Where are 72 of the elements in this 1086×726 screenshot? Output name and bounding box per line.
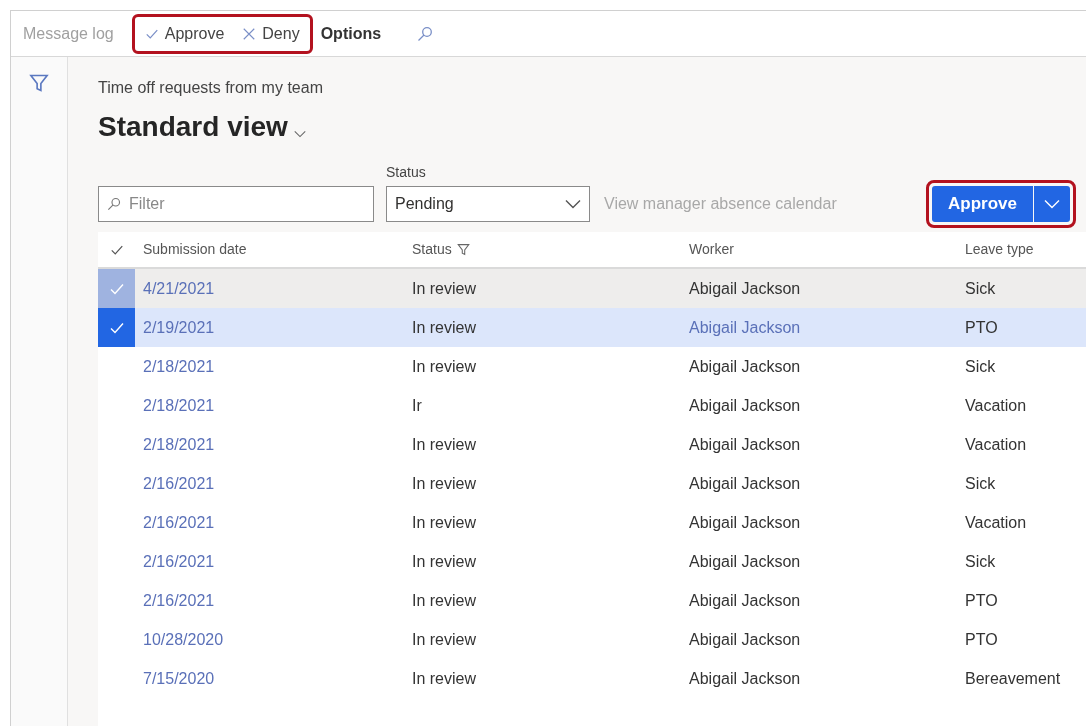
table-cell-text: Abigail Jackson [689, 473, 802, 494]
column-header[interactable]: Status [412, 239, 689, 260]
table-cell-text: Sick [965, 473, 996, 494]
filter-icon [456, 243, 470, 256]
table-cell-text: In review [412, 434, 478, 455]
table-cell-text: In review [412, 356, 478, 377]
table-cell-text: In review [412, 473, 478, 494]
chevron-icon [293, 130, 306, 138]
table-cell-text: Abigail Jackson [689, 278, 802, 299]
table-cell-text: Sick [965, 278, 996, 299]
options-button[interactable]: Options [320, 21, 382, 46]
search-icon [107, 197, 121, 211]
table-cell-text: In review [412, 629, 478, 650]
date-link[interactable]: 2/16/2021 [143, 471, 412, 496]
table-cell-text: In review [412, 317, 478, 338]
table-cell-text: PTO [965, 629, 998, 650]
table-cell-text: In review [412, 668, 478, 689]
table-cell-text: Abigail Jackson [689, 512, 802, 533]
approve-button[interactable]: Approve [932, 186, 1033, 222]
status-label: Status [386, 163, 427, 182]
date-link[interactable]: 4/21/2021 [143, 276, 412, 301]
table-cell-text: Sick [965, 551, 996, 572]
date-link[interactable]: 2/19/2021 [143, 315, 412, 340]
table-row[interactable]: 2/19/2021 In review Abigail Jackson PTO [98, 308, 1086, 347]
search-icon [417, 25, 434, 42]
table-cell-text: Abigail Jackson [689, 590, 802, 611]
table-cell-text: Sick [965, 356, 996, 377]
close-icon [242, 26, 257, 41]
table-cell-text: Abigail Jackson [689, 668, 802, 689]
chevron-icon [565, 199, 581, 209]
table-cell-text: Abigail Jackson [689, 356, 802, 377]
date-link[interactable]: 2/16/2021 [143, 510, 412, 535]
table-cell-text: PTO [965, 590, 998, 611]
date-link[interactable]: 2/18/2021 [143, 393, 412, 418]
column-header[interactable]: Submission date [143, 239, 412, 260]
date-link[interactable]: 2/16/2021 [143, 588, 412, 613]
view-selector[interactable]: Standard view [98, 106, 306, 148]
table-cell-text: Vacation [965, 395, 1027, 416]
table-cell-text: Ir [412, 395, 423, 416]
table-cell-text: In review [412, 551, 478, 572]
column-header[interactable]: Worker [689, 239, 965, 260]
approve-button[interactable]: Approve [144, 21, 225, 46]
table-cell-text: Vacation [965, 434, 1027, 455]
table-cell-text: Abigail Jackson [689, 395, 802, 416]
table-cell-text: In review [412, 590, 478, 611]
date-link[interactable]: 10/28/2020 [143, 627, 412, 652]
date-link[interactable]: 2/18/2021 [143, 432, 412, 457]
filter-field[interactable]: Filter [98, 186, 374, 222]
table-cell-text: Abigail Jackson [689, 629, 802, 650]
table-cell-text: Bereavement [965, 668, 1061, 689]
date-link[interactable]: 2/16/2021 [143, 549, 412, 574]
date-link[interactable]: 2/18/2021 [143, 354, 412, 379]
column-header[interactable]: Leave type [965, 239, 1034, 260]
deny-button[interactable]: Deny [242, 21, 300, 46]
row-checkbox[interactable] [98, 308, 135, 347]
table-cell-text: In review [412, 278, 478, 299]
search-button[interactable] [417, 25, 434, 42]
table-cell-text: In review [412, 512, 478, 533]
filter-button[interactable] [29, 73, 49, 93]
table-cell-text: Abigail Jackson [689, 317, 802, 338]
approve-menu-button[interactable] [1034, 186, 1070, 222]
table-row[interactable]: 4/21/2021 In review Abigail Jackson Sick [98, 269, 1086, 308]
row-checkbox[interactable] [98, 269, 135, 308]
table-cell-text: Vacation [965, 512, 1027, 533]
table-cell-text: PTO [965, 317, 998, 338]
table-cell-text: Abigail Jackson [689, 551, 802, 572]
page-caption: Time off requests from my team [98, 78, 324, 98]
status-dropdown[interactable]: Pending [386, 186, 590, 222]
chevron-icon [1044, 199, 1060, 209]
filter-icon [29, 73, 49, 93]
table-cell-text: Abigail Jackson [689, 434, 802, 455]
date-link[interactable]: 7/15/2020 [143, 666, 412, 691]
